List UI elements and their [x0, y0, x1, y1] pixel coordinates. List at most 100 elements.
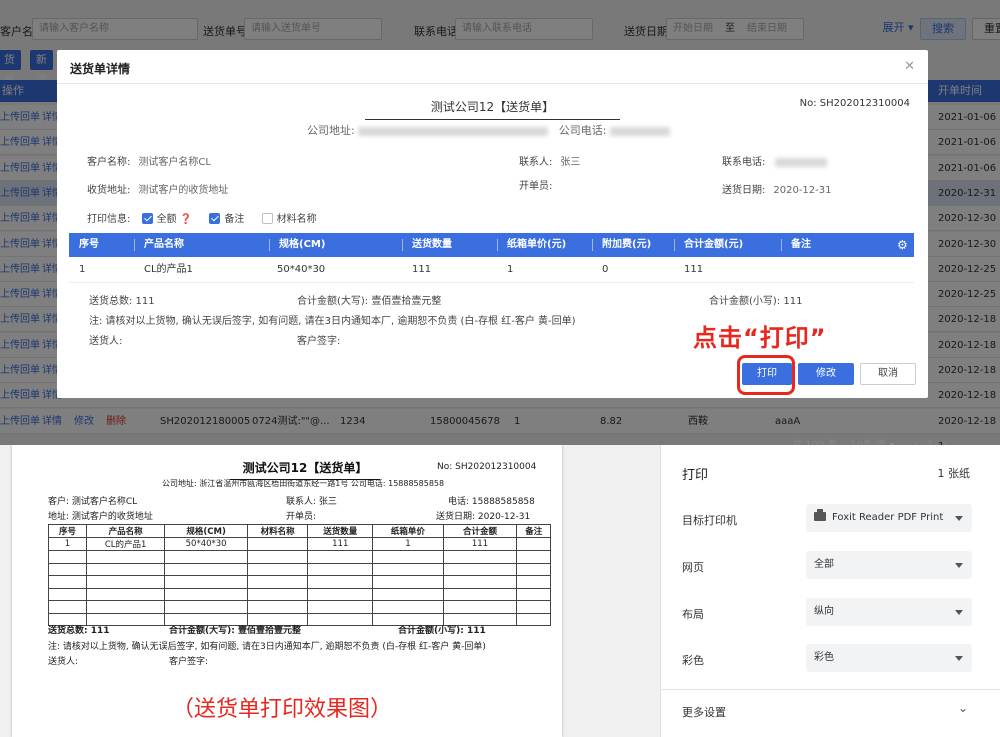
preview-cell: CL的产品1	[85, 537, 166, 551]
preview-sign: 客户签字:	[169, 657, 209, 667]
preview-cell	[48, 575, 87, 589]
column-header: 规格(CM)	[279, 239, 326, 250]
cancel-button[interactable]: 取消	[860, 363, 916, 385]
print-options: 打印信息: 全额 ❓ 备注 材料名称	[87, 213, 317, 225]
preview-customer: 客户: 测试客户名称CL	[48, 497, 138, 507]
chevron-down-icon	[955, 563, 963, 568]
printer-label: 目标打印机	[682, 514, 737, 527]
recv-address-field: 收货地址: 测试客户的收货地址	[87, 185, 229, 196]
preview-cell	[164, 562, 248, 576]
preview-column-header: 序号	[48, 524, 87, 538]
total-qty: 送货总数: 111	[89, 296, 155, 307]
company-address-value	[358, 126, 549, 136]
preview-cell	[516, 600, 551, 614]
column-separator	[497, 239, 498, 251]
preview-cell	[372, 600, 444, 614]
preview-issuer: 开单员:	[286, 512, 317, 522]
preview-cell	[246, 600, 309, 614]
company-address-line: 公司地址: 公司电话:	[307, 122, 670, 138]
customer-field: 客户名称: 测试客户名称CL	[87, 157, 211, 168]
column-separator	[592, 239, 593, 251]
option-material[interactable]: 材料名称	[261, 213, 317, 225]
table-cell: 50*40*30	[277, 264, 326, 275]
print-highlight-box	[737, 355, 795, 395]
color-label: 彩色	[682, 654, 704, 667]
column-separator	[269, 239, 270, 251]
close-icon[interactable]: ✕	[904, 59, 915, 74]
chevron-down-icon[interactable]: ⌄	[958, 701, 968, 715]
doc-title: 测试公司12【送货单】	[365, 98, 620, 120]
sheet-count: 1 张纸	[937, 467, 971, 480]
divider	[661, 689, 1000, 690]
company-phone-value	[609, 126, 670, 136]
printer-select[interactable]: Foxit Reader PDF Print	[806, 504, 972, 532]
preview-cell	[246, 587, 309, 601]
chevron-down-icon	[955, 516, 963, 521]
issuer-field: 开单员:	[519, 181, 553, 192]
preview-cell	[85, 575, 166, 589]
option-note[interactable]: 备注	[209, 213, 244, 225]
preview-cell	[516, 550, 551, 564]
preview-cell	[48, 587, 87, 601]
settings-gear-icon[interactable]: ⚙	[897, 233, 908, 257]
detail-table-header: 序号 产品名称 规格(CM) 送货数量 纸箱单价(元) 附加费(元) 合计金额(元) 备注 ⚙	[69, 233, 914, 257]
column-header: 备注	[791, 239, 811, 250]
checkbox-checked-icon	[141, 213, 153, 224]
preview-paper: 测试公司12【送货单】 No: SH202012310004 公司地址: 浙江省…	[12, 445, 562, 737]
preview-cell	[164, 550, 248, 564]
table-cell: 111	[684, 264, 704, 275]
preview-cell	[442, 562, 518, 576]
table-cell: 111	[412, 264, 432, 275]
preview-cell	[85, 562, 166, 576]
customer-sign-label: 客户签字:	[297, 336, 341, 347]
preview-cell	[48, 562, 87, 576]
preview-cell	[516, 587, 551, 601]
preview-cell	[307, 600, 374, 614]
preview-cell	[246, 537, 309, 551]
column-header: 合计金额(元)	[684, 239, 744, 250]
preview-cell	[372, 550, 444, 564]
preview-cell	[516, 575, 551, 589]
preview-cell	[516, 612, 551, 626]
preview-cell	[85, 587, 166, 601]
column-separator	[134, 239, 135, 251]
pages-select[interactable]: 全部	[806, 551, 972, 579]
callout-annotation: 点击“打印”	[693, 324, 827, 352]
preview-cell	[372, 575, 444, 589]
pager: 共 100 条 10条/页 ▾ ‹ 1 ›	[792, 436, 947, 445]
pages-label: 网页	[682, 561, 704, 574]
table-cell: 1	[507, 264, 514, 275]
preview-cell	[164, 587, 248, 601]
preview-cell	[372, 587, 444, 601]
column-separator	[674, 239, 675, 251]
preview-cell	[516, 537, 551, 551]
preview-title: 测试公司12【送货单】	[230, 459, 380, 480]
option-amount[interactable]: 全额 ❓	[141, 213, 192, 225]
preview-date: 送货日期: 2020-12-31	[436, 512, 531, 522]
preview-tel: 电话: 15888585858	[448, 497, 535, 507]
column-separator	[781, 239, 782, 251]
preview-cell: 111	[307, 537, 374, 551]
preview-cell	[442, 550, 518, 564]
layout-label: 布局	[682, 608, 704, 621]
printer-icon	[814, 509, 826, 521]
preview-cell	[85, 550, 166, 564]
modal-header: 送货单详情 ✕	[57, 50, 928, 84]
preview-column-header: 材料名称	[246, 524, 309, 538]
tel-field: 联系电话:	[722, 153, 828, 168]
column-header: 纸箱单价(元)	[507, 239, 567, 250]
preview-contact: 联系人: 张三	[286, 497, 337, 507]
more-settings[interactable]: 更多设置	[682, 704, 726, 720]
preview-cell: 1	[372, 537, 444, 551]
edit-button[interactable]: 修改	[798, 363, 854, 385]
preview-cell	[442, 600, 518, 614]
preview-cell	[48, 600, 87, 614]
table-cell: 0	[602, 264, 609, 275]
layout-select[interactable]: 纵向	[806, 598, 972, 626]
preview-column-header: 规格(CM)	[164, 524, 248, 538]
preview-cell	[307, 587, 374, 601]
color-select[interactable]: 彩色	[806, 644, 972, 672]
preview-column-header: 纸箱单价	[372, 524, 444, 538]
preview-cell: 111	[442, 537, 518, 551]
preview-table: 序号 产品名称 规格(CM) 材料名称 送货数量 纸箱单价 合计金额 备注 1 CL的产品1 50…	[48, 524, 551, 626]
